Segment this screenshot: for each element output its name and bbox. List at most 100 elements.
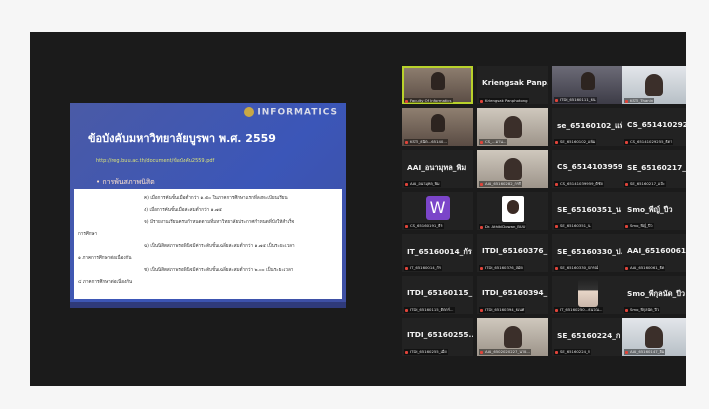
caption-text: SE_65160351_น xyxy=(560,223,591,228)
participant-tile[interactable]: ITDI_65160255... ITDI_65160255_เมี่ย xyxy=(402,318,473,356)
slide-line: การศึกษา xyxy=(78,232,98,237)
participant-caption: IT_65160014_กัร xyxy=(404,265,442,271)
participant-caption: SE_65160330_ปกรณ์ xyxy=(554,265,600,271)
participant-video xyxy=(503,116,522,138)
participant-name: SE_65160330_ป... xyxy=(557,247,623,256)
participant-name: ITDI_65160115_... xyxy=(407,288,473,297)
mic-muted-icon xyxy=(555,140,558,144)
caption-text: AAI_65160061_ธิด xyxy=(630,265,665,270)
caption-text: SE_65160330_ปกรณ์ xyxy=(560,265,599,270)
mic-muted-icon xyxy=(625,224,628,228)
participant-video xyxy=(430,72,445,90)
mic-muted-icon xyxy=(555,224,558,228)
caption-text: Kriengsak Panphotong xyxy=(485,98,528,103)
caption-text: KSTI_ธนิต...65140... xyxy=(410,139,447,144)
participant-tile[interactable]: CS_6514103959... CS_65141039959_ติชัย xyxy=(552,150,623,188)
participant-caption: Kriengsak Panphotong xyxy=(479,98,529,103)
participant-caption: IT_65160250...ธนวณ... xyxy=(554,307,604,313)
mic-muted-icon xyxy=(625,182,628,186)
slide-logo-text: INFORMATICS xyxy=(257,107,338,118)
participant-caption: SE_65160351_น xyxy=(554,223,592,229)
slide-footer-strip xyxy=(70,302,346,308)
participant-tile[interactable]: AAI_อนามุทล_พิม AAI_อนามุทล_พิม xyxy=(402,150,473,188)
caption-text: CS_...มาน... xyxy=(485,139,507,144)
participant-tile[interactable]: AAI_6502020227_นาย... xyxy=(477,318,548,356)
mic-muted-icon xyxy=(625,99,628,103)
participant-tile[interactable]: KSTI_Thanin xyxy=(622,66,686,104)
participant-caption: SE_65160217_แป้ะ xyxy=(624,181,666,187)
participant-tile[interactable]: AAI_65160282_กรกิ xyxy=(477,150,548,188)
participant-tile[interactable]: SE_65160217_แป้ SE_65160217_แป้ะ xyxy=(622,150,686,188)
participant-tile[interactable]: ITDI_65160394_... ITDI_65160394_ธเนศ xyxy=(477,276,548,314)
participant-name: AAI_อนามุทล_พิม xyxy=(407,163,467,172)
participant-caption: SE_65160102_แพ้ม xyxy=(554,139,597,145)
participant-caption: KSTI_Thanin xyxy=(624,98,655,103)
mic-muted-icon xyxy=(480,225,483,229)
participant-video xyxy=(580,72,595,90)
participant-tile[interactable]: SE_65160224_ก SE_65160224_ก xyxy=(552,318,623,356)
participant-name: Smo_พีญ์_ปีว xyxy=(627,205,673,214)
mic-muted-icon xyxy=(555,98,558,102)
slide-table: ค) เมื่อการค้นขั้นเมื่อต่ำกว่า ๑.๕๐ ในภา… xyxy=(74,189,342,299)
participant-name: ITDI_65160394_... xyxy=(482,288,548,297)
participant-tile[interactable]: ITDI_65160376_... ITDI_65160376_สมัด xyxy=(477,234,548,272)
participant-video xyxy=(645,74,663,96)
participant-caption: Faculty Of Informatics xyxy=(404,98,453,103)
participant-tile[interactable]: se_65160102_แพ้ม SE_65160102_แพ้ม xyxy=(552,108,623,146)
participant-caption: CS_65160191_ธีร xyxy=(404,223,444,229)
participant-tile[interactable]: Faculty Of Informatics xyxy=(402,66,473,104)
participant-video xyxy=(503,326,522,348)
participant-tile[interactable]: KSTI_ธนิต...65140... xyxy=(402,108,473,146)
participant-video xyxy=(430,114,445,132)
shared-slide: INFORMATICS ข้อบังคับมหาวิทยาลัยบูรพา พ.… xyxy=(70,103,346,308)
slide-title: ข้อบังคับมหาวิทยาลัยบูรพา พ.ศ. 2559 xyxy=(88,132,276,145)
mic-muted-icon xyxy=(480,140,483,144)
caption-text: SE_65160224_ก xyxy=(560,349,591,354)
participant-tile[interactable]: Smo_พีกุลนัด_ปีว Smo_พีกุลนัด_ปีว xyxy=(622,276,686,314)
participant-tile[interactable]: IT_65160014_กัร IT_65160014_กัร xyxy=(402,234,473,272)
participant-tile[interactable]: Smo_พีญ์_ปีว Smo_พีญ์_ปีว xyxy=(622,192,686,230)
mic-muted-icon xyxy=(405,224,408,228)
participant-caption: ITDI_65160115_ติตกร์... xyxy=(404,307,455,313)
slide-line: ช) เป็นนิสิตสภาพรอพินิจมีค่าระดับขั้นเฉล… xyxy=(144,268,294,273)
participant-tile[interactable]: Dr. AthikiDowan_BUU xyxy=(477,192,548,230)
mic-muted-icon xyxy=(480,182,483,186)
participant-photo xyxy=(577,279,598,307)
participant-tile[interactable]: AAI_65160147_ฮิม xyxy=(622,318,686,356)
mic-muted-icon xyxy=(480,99,483,103)
mic-muted-icon xyxy=(625,266,628,270)
participant-tile[interactable]: AAI_65160061_... AAI_65160061_ธิด xyxy=(622,234,686,272)
participant-tile[interactable]: SE_65160330_ป... SE_65160330_ปกรณ์ xyxy=(552,234,623,272)
participant-tile[interactable]: W CS_65160191_ธีร xyxy=(402,192,473,230)
mic-muted-icon xyxy=(555,308,558,312)
participant-tile[interactable]: IT_65160250...ธนวณ... xyxy=(552,276,623,314)
mic-muted-icon xyxy=(555,266,558,270)
mic-muted-icon xyxy=(625,140,628,144)
participant-caption: Dr. AthikiDowan_BUU xyxy=(479,224,527,229)
participant-video xyxy=(503,158,522,180)
participant-tile[interactable]: Kriengsak Panp... Kriengsak Panphotong xyxy=(477,66,548,104)
slide-line: ค) เมื่อการค้นขั้นเมื่อต่ำกว่า ๑.๕๐ ในภา… xyxy=(144,196,288,201)
participant-caption: ITDI_65160111_ธน xyxy=(554,97,597,103)
participant-name: IT_65160014_กัร xyxy=(407,247,472,256)
participant-name: SE_65160217_แป้ xyxy=(627,163,686,172)
participant-tile[interactable]: CS_65141029255... CS_65141029255_ธิดา xyxy=(622,108,686,146)
participant-name: SE_65160224_ก xyxy=(557,331,621,340)
caption-text: ITDI_65160115_ติตกร์... xyxy=(410,307,454,312)
participant-tile[interactable]: CS_...มาน... xyxy=(477,108,548,146)
caption-text: CS_65160191_ธีร xyxy=(410,223,443,228)
slide-url: http://reg.buu.ac.th/document/ข้อบังคับ2… xyxy=(96,158,215,164)
caption-text: Faculty Of Informatics xyxy=(410,98,452,103)
caption-text: Dr. AthikiDowan_BUU xyxy=(485,224,526,229)
participant-caption: ITDI_65160376_สมัด xyxy=(479,265,524,271)
caption-text: ITDI_65160376_สมัด xyxy=(485,265,523,270)
participant-tile[interactable]: SE_65160351_น SE_65160351_น xyxy=(552,192,623,230)
participant-name: Kriengsak Panp... xyxy=(482,78,548,87)
slide-line: ๔ ภาคการศึกษาต่อเนื่องกัน xyxy=(78,280,133,285)
participant-name: AAI_65160061_... xyxy=(627,246,686,255)
participant-caption: AAI_65160061_ธิด xyxy=(624,265,666,271)
participant-tile[interactable]: ITDI_65160111_ธน xyxy=(552,66,623,104)
caption-text: CS_65141039959_ติชัย xyxy=(560,181,603,186)
caption-text: AAI_6502020227_นาย... xyxy=(485,349,530,354)
participant-tile[interactable]: ITDI_65160115_... ITDI_65160115_ติตกร์... xyxy=(402,276,473,314)
